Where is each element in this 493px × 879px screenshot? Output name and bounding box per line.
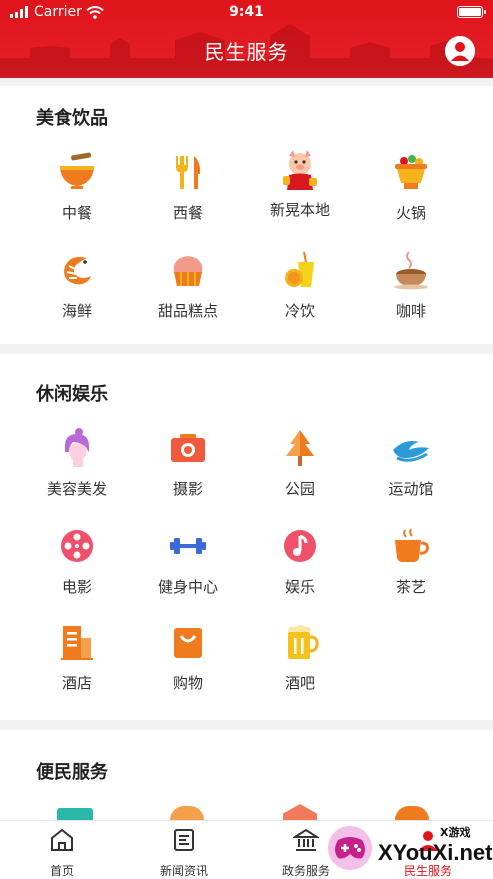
grid-item-label: 甜品糕点 [157,302,218,320]
section-title: 休闲娱乐 [36,384,108,405]
fork-knife-icon [176,156,201,189]
grid-item-label: 火锅 [395,204,426,222]
tab-label: 首页 [49,864,74,878]
watermark-small-text: X游戏 [440,826,471,839]
page-title: 民生服务 [204,40,289,64]
section-title: 美食饮品 [36,108,108,129]
shrimp-icon [64,257,91,285]
section-convenience: 便民服务 [0,730,493,820]
film-reel-icon [61,530,93,562]
tree-icon [286,430,314,466]
grid-item-label: 茶艺 [395,578,426,596]
tea-cup-icon [395,528,429,562]
camera-icon [171,434,205,462]
grid-item-label: 健身中心 [157,578,218,596]
grid-item-seafood[interactable]: 海鲜 [27,250,127,321]
grid-item-sports-hall[interactable]: 运动馆 [361,428,461,499]
grid-item-coffee[interactable]: 咖啡 [361,250,461,321]
grid-item-label: 购物 [172,674,203,692]
bowl-noodle-icon [60,152,94,189]
watermark: X游戏 XYouXi.net [320,818,493,879]
grid-item-label: 美容美发 [46,480,107,498]
hotel-icon [61,626,93,660]
grid-item-label: 运动馆 [388,480,434,498]
convenience-icon-2[interactable] [170,806,204,820]
tab-label: 新闻资讯 [159,864,208,878]
hotpot-icon [395,155,427,189]
grid-item-label: 电影 [61,578,92,596]
grid-item-label: 酒吧 [284,674,315,692]
grid-item-entertainment[interactable]: 娱乐 [250,526,350,597]
game-controller-logo-icon [328,826,372,870]
status-bar: Carrier 9:41 [0,0,493,24]
dumbbell-icon [170,538,206,554]
grid-item-label: 咖啡 [395,302,426,320]
grid-item-label: 酒店 [61,674,92,692]
tab-home[interactable]: 首页 [12,827,112,879]
shopping-bag-icon [174,628,202,658]
app-screen: Carrier 9:41 民生服务 美食饮品 中餐 西餐 新晃本地 火锅 海鲜 … [0,0,493,879]
convenience-icon-1[interactable] [57,808,93,820]
news-icon [174,829,194,851]
battery-icon [457,6,486,18]
grid-item-tea[interactable]: 茶艺 [361,526,461,597]
section-leisure: 休闲娱乐 美容美发 摄影 公园 运动馆 电影 健身中心 娱乐 茶艺 酒店 购物 … [0,354,493,720]
grid-item-label: 摄影 [172,480,203,498]
status-time: 9:41 [229,4,264,20]
grid-item-label: 公园 [284,480,315,498]
grid-item-beauty[interactable]: 美容美发 [27,428,127,499]
government-icon [291,828,321,851]
grid-item-movie[interactable]: 电影 [27,526,127,597]
grid-item-local[interactable]: 新晃本地 [250,148,350,220]
grid-item-hotel[interactable]: 酒店 [27,622,127,693]
grid-item-label: 新晃本地 [269,201,330,219]
grid-item-label: 冷饮 [284,302,315,320]
grid-item-western-food[interactable]: 西餐 [138,152,238,223]
grid-item-hotpot[interactable]: 火锅 [361,152,461,223]
avatar[interactable] [445,36,475,66]
cake-icon [173,256,203,286]
grid-item-label: 娱乐 [284,578,315,596]
grid-item-label: 西餐 [172,204,203,222]
beauty-icon [65,428,89,467]
grid-item-label: 中餐 [61,204,92,222]
convenience-icon-3[interactable] [283,804,317,820]
header: Carrier 9:41 民生服务 [0,0,493,78]
mascot-icon [283,150,317,190]
wave-icon [393,441,429,462]
grid-item-cold-drink[interactable]: 冷饮 [250,250,350,321]
beer-mug-icon [288,625,319,659]
section-title: 便民服务 [36,762,108,783]
grid-item-fitness[interactable]: 健身中心 [138,526,238,597]
section-food: 美食饮品 中餐 西餐 新晃本地 火锅 海鲜 甜品糕点 冷饮 咖啡 [0,86,493,344]
grid-item-label: 海鲜 [61,302,92,320]
user-icon [445,36,475,66]
grid-item-bar[interactable]: 酒吧 [250,622,350,693]
music-note-icon [284,530,316,562]
tab-news[interactable]: 新闻资讯 [134,827,234,879]
grid-item-shopping[interactable]: 购物 [138,622,238,693]
cold-drink-icon [285,251,314,287]
grid-item-chinese-food[interactable]: 中餐 [27,152,127,223]
grid-item-park[interactable]: 公园 [250,428,350,499]
home-icon [51,828,73,851]
grid-item-photography[interactable]: 摄影 [138,428,238,499]
coffee-icon [394,251,428,290]
watermark-brand: XYouXi.net [378,840,493,865]
grid-item-dessert[interactable]: 甜品糕点 [138,250,238,321]
